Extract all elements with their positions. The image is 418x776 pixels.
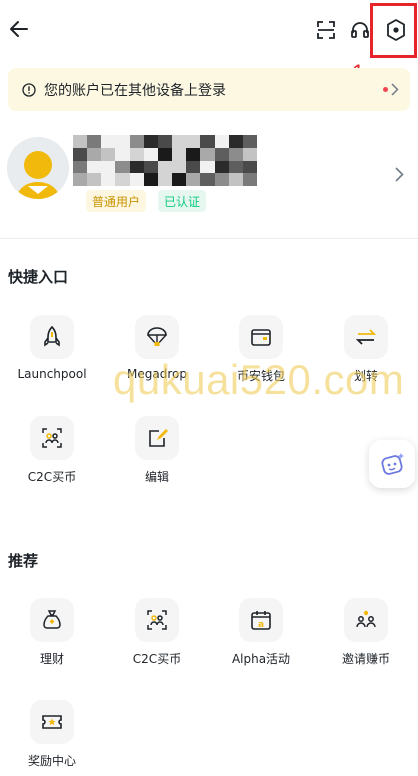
recommend-title: 推荐 [8, 552, 39, 570]
scan-icon [317, 21, 335, 39]
tile-label: Megadrop [127, 367, 187, 381]
c2c-icon [30, 416, 74, 460]
c2c-icon [135, 598, 179, 642]
tile-wallet[interactable]: 币安钱包 [221, 315, 301, 384]
tile-label: Launchpool [17, 367, 87, 381]
rocket-icon [30, 315, 74, 359]
badge-verified: 已认证 [158, 190, 207, 212]
money-bag-icon [30, 598, 74, 642]
masked-username [73, 135, 257, 186]
tile-c2c-recommend[interactable]: C2C买币 [117, 598, 197, 667]
chevron-right-icon [391, 83, 399, 96]
info-icon [22, 82, 36, 97]
avatar-icon [7, 137, 69, 199]
scan-button[interactable] [313, 17, 339, 43]
tile-c2c[interactable]: C2C买币 [12, 416, 92, 485]
transfer-icon [344, 315, 388, 359]
tile-transfer[interactable]: 划转 [326, 315, 406, 384]
unread-dot [383, 87, 388, 92]
arrow-left-icon [10, 21, 28, 37]
avatar[interactable] [7, 137, 69, 199]
headset-icon [351, 22, 369, 38]
divider [0, 238, 418, 239]
svg-text:a: a [258, 620, 264, 630]
tile-edit[interactable]: 编辑 [117, 416, 197, 485]
tile-invite[interactable]: 邀请赚币 [326, 598, 406, 667]
tile-alpha[interactable]: a Alpha活动 [221, 598, 301, 667]
tile-label: 理财 [39, 652, 64, 666]
tile-label: 币安钱包 [236, 369, 285, 383]
ticket-star-icon [30, 700, 74, 744]
tile-label: Alpha活动 [231, 652, 291, 666]
shortcuts-title: 快捷入口 [8, 268, 69, 286]
tile-label: C2C买币 [27, 470, 77, 484]
tile-label: 邀请赚币 [341, 652, 390, 666]
parachute-icon [135, 315, 179, 359]
tile-label: 划转 [353, 369, 378, 383]
edit-icon [135, 416, 179, 460]
tile-label: 编辑 [144, 470, 169, 484]
tile-earn[interactable]: 理财 [12, 598, 92, 667]
highlight-box [370, 3, 417, 58]
back-button[interactable] [6, 16, 32, 42]
notice-text: 您的账户已在其他设备上登录 [44, 82, 226, 99]
badge-normal-user: 普通用户 [86, 190, 147, 212]
alpha-calendar-icon: a [239, 598, 283, 642]
wallet-icon [239, 315, 283, 359]
login-notice[interactable]: 您的账户已在其他设备上登录 [8, 68, 410, 111]
tile-megadrop[interactable]: Megadrop [117, 315, 197, 381]
ai-robot-icon [381, 453, 404, 475]
tile-label: C2C买币 [132, 652, 182, 666]
tile-launchpool[interactable]: Launchpool [12, 315, 92, 381]
tile-rewards[interactable]: 奖励中心 [12, 700, 92, 769]
invite-icon [344, 598, 388, 642]
ai-assistant-button[interactable] [369, 440, 415, 488]
tile-label: 奖励中心 [27, 754, 76, 768]
profile-chevron-icon[interactable] [395, 167, 404, 182]
